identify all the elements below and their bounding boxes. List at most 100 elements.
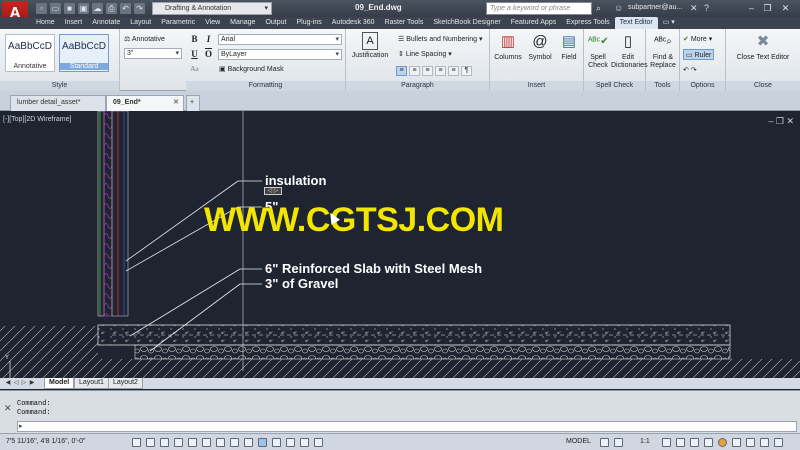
snap-mode-icon[interactable] <box>146 438 155 447</box>
clean-screen-icon[interactable] <box>760 438 769 447</box>
viewport-restore-icon[interactable]: ❐ <box>776 116 784 126</box>
spell-check-button[interactable]: ᴬᴮᶜ✔ Spell Check <box>585 32 611 70</box>
text-height-field[interactable]: 3" <box>124 48 182 59</box>
ribbon-tab-output[interactable]: Output <box>260 17 291 29</box>
underline-button[interactable]: U <box>189 49 200 60</box>
style-swatch-standard[interactable]: AaBbCcD Standard <box>59 34 109 72</box>
lock-icon[interactable] <box>704 438 713 447</box>
undo-icon[interactable]: ↶ <box>120 3 131 14</box>
user-icon[interactable]: ☺ <box>614 3 623 13</box>
align-center-icon[interactable]: ≡ <box>409 66 420 76</box>
polar-tracking-icon[interactable] <box>188 438 197 447</box>
layout-tab-layout1[interactable]: Layout1 <box>74 378 109 389</box>
ribbon-tab-annotate[interactable]: Annotate <box>87 17 125 29</box>
save-icon[interactable]: ■ <box>64 3 75 14</box>
auto-scale-icon[interactable] <box>676 438 685 447</box>
quick-view-layouts-icon[interactable] <box>600 438 609 447</box>
ribbon-tab-parametric[interactable]: Parametric <box>156 17 200 29</box>
file-tab-09-end[interactable]: 09_End* ✕ <box>106 95 184 111</box>
layout-tab-model[interactable]: Model <box>44 378 75 389</box>
ribbon-tab-text-editor[interactable]: Text Editor <box>614 17 658 29</box>
symbol-button[interactable]: @ Symbol <box>524 32 556 62</box>
print-icon[interactable]: ⎙ <box>106 3 117 14</box>
style-swatch-annotative[interactable]: AaBbCcD Annotative <box>5 34 55 72</box>
drawing-canvas[interactable]: Y X [-][Top][2D Wireframe] – ❐ ✕ insulat… <box>0 111 800 390</box>
ribbon-tab-express-tools[interactable]: Express Tools <box>561 17 614 29</box>
bullets-button[interactable]: ☰ Bullets and Numbering ▾ <box>398 34 483 45</box>
annotation-visibility-icon[interactable] <box>662 438 671 447</box>
last-layout-icon[interactable]: ▶ <box>28 378 36 389</box>
quick-properties-icon[interactable] <box>300 438 309 447</box>
line-spacing-button[interactable]: ⇕ Line Spacing ▾ <box>398 49 452 60</box>
open-icon[interactable]: ▭ <box>50 3 61 14</box>
prev-layout-icon[interactable]: ◁ <box>12 378 20 389</box>
minimize-button[interactable]: – <box>746 3 757 14</box>
3d-osnap-icon[interactable] <box>216 438 225 447</box>
viewport-close-icon[interactable]: ✕ <box>786 116 794 126</box>
label-gravel[interactable]: 3" of Gravel <box>265 276 338 291</box>
ribbon-tab-raster-tools[interactable]: Raster Tools <box>380 17 429 29</box>
ribbon-tab-featured-apps[interactable]: Featured Apps <box>506 17 562 29</box>
layout-tab-layout2[interactable]: Layout2 <box>108 378 143 389</box>
exchange-icon[interactable]: ✕ <box>690 3 698 14</box>
viewport-minimize-icon[interactable]: – <box>768 116 773 126</box>
workspace-switching-icon[interactable] <box>690 438 699 447</box>
label-insulation[interactable]: insulation <box>265 173 326 188</box>
ribbon-tab-sketchbook-designer[interactable]: SketchBook Designer <box>428 17 505 29</box>
dynamic-input-icon[interactable] <box>258 438 267 447</box>
more-button[interactable]: ✔ More ▾ <box>683 34 712 45</box>
justification-button[interactable]: A Justification <box>350 32 390 60</box>
field-button[interactable]: ▤ Field <box>556 32 582 62</box>
annotation-scale[interactable]: 1:1 <box>640 438 650 445</box>
redo-icon[interactable]: ↷ <box>691 67 697 74</box>
command-input[interactable] <box>17 421 797 432</box>
background-mask-button[interactable]: ▣ Background Mask <box>219 64 284 75</box>
edit-dictionaries-button[interactable]: ▯ Edit Dictionaries <box>611 32 648 70</box>
font-select[interactable]: Arial <box>218 34 342 45</box>
distribute-icon[interactable]: ≡ <box>448 66 459 76</box>
transparency-icon[interactable] <box>286 438 295 447</box>
maximize-button[interactable]: ❐ <box>762 3 773 14</box>
ribbon-tab-insert[interactable]: Insert <box>60 17 88 29</box>
ribbon-tab-view[interactable]: View <box>200 17 225 29</box>
model-space-toggle[interactable]: MODEL <box>566 438 591 445</box>
label-reinforced-slab[interactable]: 6" Reinforced Slab with Steel Mesh <box>265 261 482 276</box>
application-status-icon[interactable] <box>746 438 755 447</box>
ribbon-tab-manage[interactable]: Manage <box>225 17 260 29</box>
customization-icon[interactable] <box>774 438 783 447</box>
close-tab-icon[interactable]: ✕ <box>173 96 179 110</box>
close-window-button[interactable]: ✕ <box>780 3 791 14</box>
ribbon-tab-autodesk-360[interactable]: Autodesk 360 <box>327 17 380 29</box>
file-tab-lumber-detail[interactable]: lumber detail_asset* <box>10 95 106 111</box>
quick-view-drawings-icon[interactable] <box>614 438 623 447</box>
color-select[interactable]: ByLayer <box>218 49 342 60</box>
ribbon-tab-home[interactable]: Home <box>31 17 60 29</box>
next-layout-icon[interactable]: ▷ <box>20 378 28 389</box>
infer-constraints-icon[interactable] <box>132 438 141 447</box>
paragraph-settings-icon[interactable]: ¶ <box>461 66 472 76</box>
search-icon[interactable]: ⌕ <box>596 3 601 14</box>
undo-icon[interactable]: ↶ <box>683 67 689 74</box>
object-snap-tracking-icon[interactable] <box>230 438 239 447</box>
overline-button[interactable]: O <box>203 49 214 60</box>
find-replace-button[interactable]: ᴬᴮᶜ⌕ Find & Replace <box>647 32 679 70</box>
case-icon[interactable]: Aa <box>189 64 200 75</box>
close-text-editor-button[interactable]: ✖ Close Text Editor <box>726 32 800 62</box>
dynamic-ucs-icon[interactable] <box>244 438 253 447</box>
align-right-icon[interactable]: ≡ <box>422 66 433 76</box>
lineweight-icon[interactable] <box>272 438 281 447</box>
annotative-toggle[interactable]: ⚖ Annotative <box>124 34 165 45</box>
grid-display-icon[interactable] <box>160 438 169 447</box>
new-icon[interactable]: ▫ <box>36 3 47 14</box>
ribbon-options-icon[interactable]: ▭ ▾ <box>658 17 680 29</box>
workspace-select[interactable]: Drafting & Annotation <box>152 2 272 15</box>
selection-cycling-icon[interactable] <box>314 438 323 447</box>
save-as-icon[interactable]: ▣ <box>78 3 89 14</box>
close-command-line-icon[interactable]: ✕ <box>4 403 12 414</box>
viewport-controls-label[interactable]: [-][Top][2D Wireframe] <box>3 116 71 123</box>
cloud-icon[interactable]: ☁ <box>92 3 103 14</box>
ruler-toggle[interactable]: ▭ Ruler <box>683 49 715 60</box>
search-input[interactable]: Type a keyword or phrase <box>486 2 592 15</box>
ribbon-tab-layout[interactable]: Layout <box>125 17 156 29</box>
redo-icon[interactable]: ↷ <box>134 3 145 14</box>
